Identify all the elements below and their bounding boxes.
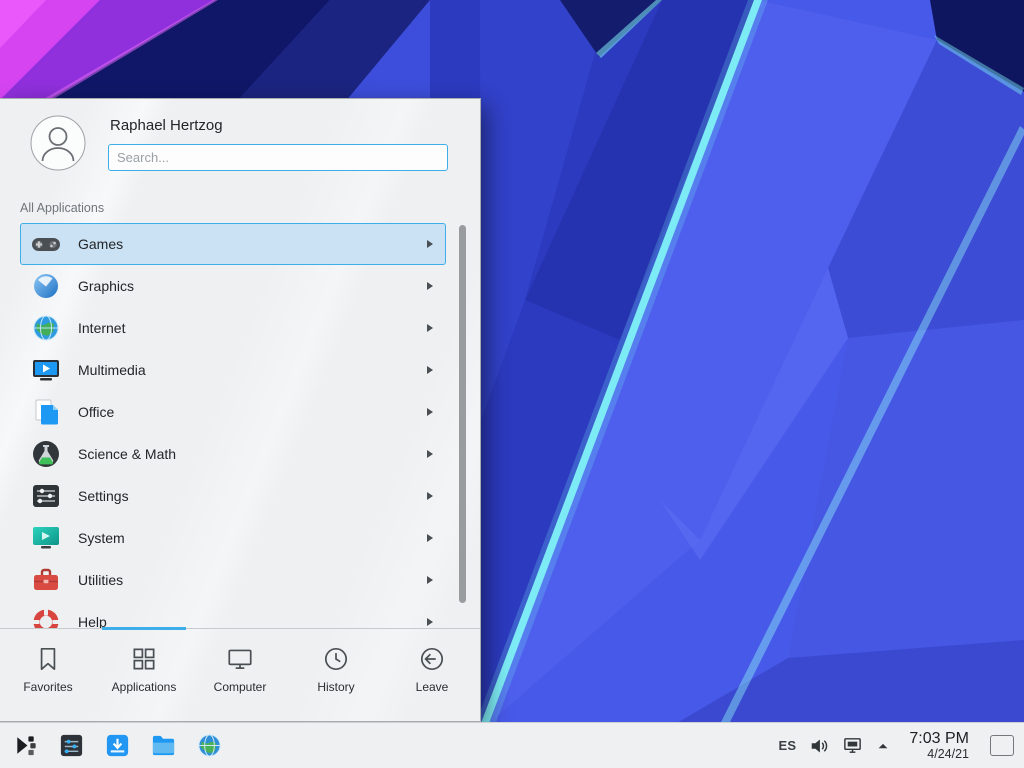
office-icon (30, 396, 62, 428)
graphics-icon (30, 270, 62, 302)
category-item-help[interactable]: Help (20, 601, 446, 628)
category-label: Internet (78, 320, 125, 336)
tab-label: Leave (416, 680, 449, 694)
submenu-arrow-icon (427, 408, 433, 416)
settings-icon (30, 480, 62, 512)
user-name: Raphael Hertzog (110, 117, 448, 134)
file-manager-icon[interactable] (150, 732, 177, 759)
user-avatar-icon (30, 115, 86, 171)
expand-tray-icon[interactable] (876, 739, 890, 753)
launcher-header: Raphael Hertzog (0, 99, 480, 187)
submenu-arrow-icon (427, 492, 433, 500)
submenu-arrow-icon (427, 450, 433, 458)
category-item-system[interactable]: System (20, 517, 446, 559)
software-center-icon[interactable] (104, 732, 131, 759)
category-item-settings[interactable]: Settings (20, 475, 446, 517)
tab-history[interactable]: History (288, 629, 384, 721)
submenu-arrow-icon (427, 534, 433, 542)
web-browser-icon[interactable] (196, 732, 223, 759)
science-icon (30, 438, 62, 470)
submenu-arrow-icon (427, 576, 433, 584)
category-label: Graphics (78, 278, 134, 294)
multimedia-icon (30, 354, 62, 386)
volume-icon[interactable] (809, 736, 829, 756)
submenu-arrow-icon (427, 240, 433, 248)
system-icon (30, 522, 62, 554)
search-input[interactable] (108, 144, 448, 171)
category-label: System (78, 530, 125, 546)
category-label: Multimedia (78, 362, 146, 378)
desktop: Raphael Hertzog All Applications Games Gr… (0, 0, 1024, 768)
submenu-arrow-icon (427, 366, 433, 374)
utilities-icon (30, 564, 62, 596)
category-item-games[interactable]: Games (20, 223, 446, 265)
tab-label: Applications (112, 680, 177, 694)
application-launcher-menu: Raphael Hertzog All Applications Games Gr… (0, 98, 481, 722)
clock-time: 7:03 PM (909, 730, 969, 748)
keyboard-layout-indicator[interactable]: ES (778, 738, 796, 753)
tray-icons (809, 735, 890, 756)
scrollbar-thumb[interactable] (459, 225, 466, 603)
clock-date: 4/24/21 (909, 747, 969, 761)
category-label: Settings (78, 488, 129, 504)
tab-favorites[interactable]: Favorites (0, 629, 96, 721)
computer-icon (225, 644, 255, 674)
taskbar-panel: ES 7:03 PM 4/24/21 (0, 722, 1024, 768)
tab-computer[interactable]: Computer (192, 629, 288, 721)
tab-label: Favorites (23, 680, 72, 694)
system-tray: ES 7:03 PM 4/24/21 (778, 730, 1024, 762)
category-item-office[interactable]: Office (20, 391, 446, 433)
category-item-science-math[interactable]: Science & Math (20, 433, 446, 475)
history-icon (321, 644, 351, 674)
leave-icon (417, 644, 447, 674)
category-item-internet[interactable]: Internet (20, 307, 446, 349)
category-label: Science & Math (78, 446, 176, 462)
category-item-multimedia[interactable]: Multimedia (20, 349, 446, 391)
clock[interactable]: 7:03 PM 4/24/21 (909, 730, 969, 762)
applications-icon (129, 644, 159, 674)
category-item-graphics[interactable]: Graphics (20, 265, 446, 307)
category-label: Help (78, 614, 107, 628)
category-label: Utilities (78, 572, 123, 588)
category-label: Games (78, 236, 123, 252)
tab-applications[interactable]: Applications (96, 629, 192, 721)
category-list: Games Graphics Internet Multimedia Office Sci… (0, 223, 480, 628)
favorites-icon (33, 644, 63, 674)
tab-label: History (317, 680, 354, 694)
submenu-arrow-icon (427, 282, 433, 290)
category-label: Office (78, 404, 114, 420)
section-label: All Applications (0, 187, 480, 223)
show-desktop-button[interactable] (990, 735, 1014, 756)
app-launcher-icon[interactable] (12, 732, 39, 759)
category-item-utilities[interactable]: Utilities (20, 559, 446, 601)
submenu-arrow-icon (427, 618, 433, 626)
launcher-tab-bar: Favorites Applications Computer History Leav… (0, 628, 480, 721)
system-settings-icon[interactable] (58, 732, 85, 759)
network-icon[interactable] (842, 735, 863, 756)
taskbar-app-icons (0, 732, 223, 759)
help-icon (30, 606, 62, 628)
games-icon (30, 228, 62, 260)
submenu-arrow-icon (427, 324, 433, 332)
internet-icon (30, 312, 62, 344)
tab-label: Computer (214, 680, 267, 694)
tab-leave[interactable]: Leave (384, 629, 480, 721)
